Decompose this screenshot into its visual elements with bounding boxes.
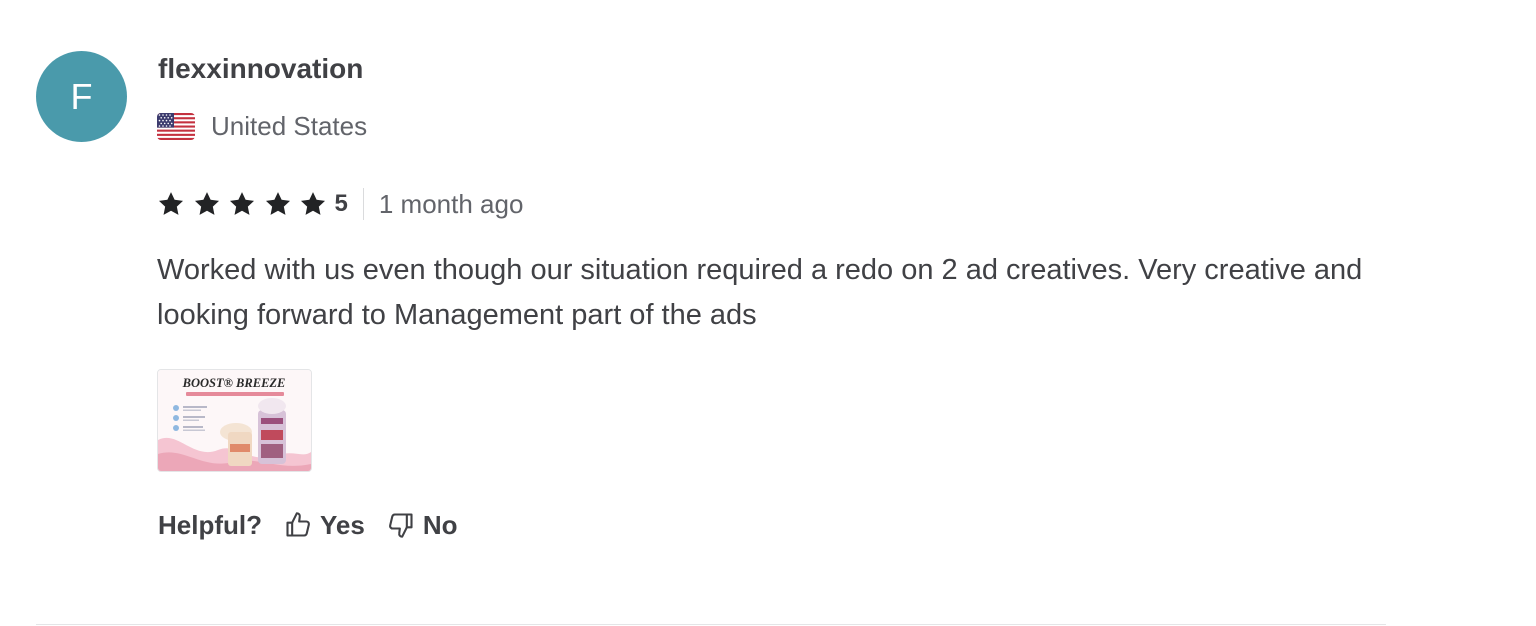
reviewer-country: United States	[157, 110, 367, 142]
helpful-yes-label: Yes	[320, 509, 365, 540]
attachment-title: BOOST® BREEZE	[182, 376, 286, 390]
attachment-image: BOOST® BREEZE	[158, 370, 311, 471]
star-rating	[157, 190, 335, 218]
helpful-no-button[interactable]: No	[387, 510, 458, 541]
review-card: F flexxinnovation United States 5 1 mont…	[0, 0, 1536, 626]
rating-value: 5	[334, 190, 348, 217]
review-attachment-thumbnail[interactable]: BOOST® BREEZE	[157, 369, 312, 472]
star-icon	[158, 192, 184, 215]
helpful-no-label: No	[422, 509, 458, 540]
thumbs-up-icon	[286, 512, 310, 537]
star-icon	[229, 192, 255, 215]
rating-row: 5 1 month ago	[157, 186, 523, 222]
avatar[interactable]: F	[36, 51, 127, 142]
rating-divider	[362, 188, 364, 220]
helpful-row: Helpful? Yes No	[158, 506, 480, 544]
country-name: United States	[211, 110, 368, 141]
review-time: 1 month ago	[378, 188, 524, 219]
thumbs-down-icon	[388, 513, 413, 538]
review-separator	[36, 624, 1386, 625]
review-text: Worked with us even though our situation…	[157, 254, 1363, 331]
helpful-label: Helpful?	[158, 509, 262, 540]
helpful-yes-button[interactable]: Yes	[284, 510, 365, 541]
us-flag-icon	[157, 112, 195, 140]
star-icon	[300, 192, 326, 215]
star-icon	[265, 192, 290, 215]
reviewer-username[interactable]: flexxinnovation	[158, 52, 363, 86]
star-icon	[194, 192, 219, 215]
